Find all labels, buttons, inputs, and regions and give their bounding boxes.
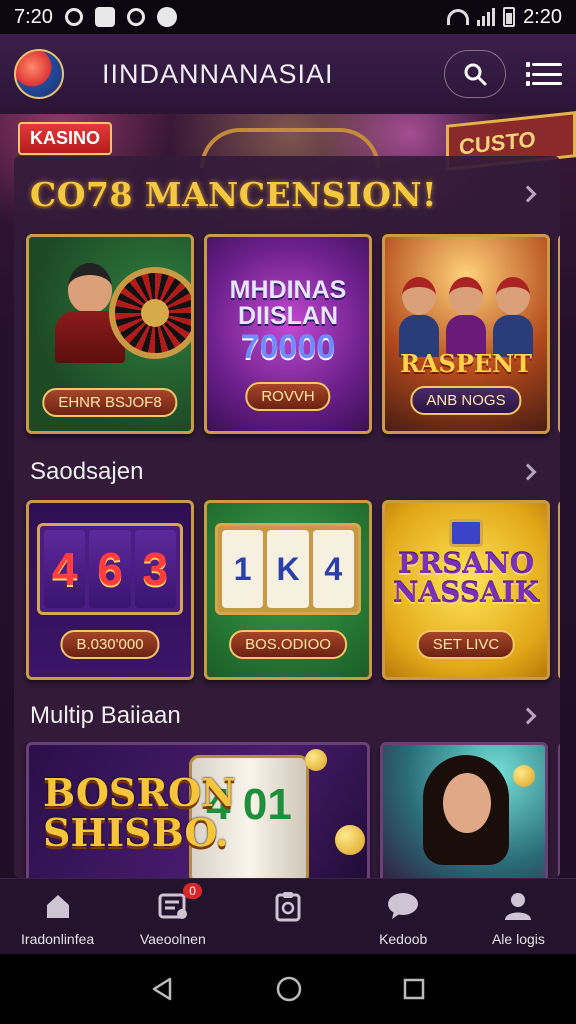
nav-item-home[interactable]: Iradonlinfea <box>0 879 115 954</box>
app-title: IINDANNANASIAI <box>102 58 334 89</box>
status-time-right: 2:20 <box>523 5 562 28</box>
nav-item-clipboard[interactable] <box>230 879 345 954</box>
chevron-right-icon[interactable] <box>519 707 537 725</box>
game-card-label: SET LIVC <box>416 630 516 659</box>
app-header: IINDANNANASIAI <box>0 34 576 114</box>
notification-icon <box>64 8 83 26</box>
gear-icon <box>156 7 177 27</box>
nav-item-account[interactable]: Ale logis <box>461 879 576 954</box>
slot-reels: 4 6 3 <box>37 523 183 615</box>
game-card[interactable]: 1 K 4 BOS.ODIOO <box>204 500 372 680</box>
featured-row: EHNR BSJOF8 MHDINAS DIISLAN 70000 ROVVH … <box>26 234 560 434</box>
section-title: Saodsajen <box>30 458 144 485</box>
clipboard-icon <box>271 889 305 923</box>
game-card-art-title: RASPENT <box>399 349 533 378</box>
game-card[interactable]: EHNR BSJOF8 <box>26 234 194 434</box>
game-card[interactable]: PRSANO NASSAIK SET LIVC <box>382 500 550 680</box>
battery-icon <box>503 7 516 27</box>
game-card[interactable]: 4 01 BOSRON SHISBO. <box>26 742 370 878</box>
nav-label: Ale logis <box>491 931 545 947</box>
game-card-label: EHNR BSJOF8 <box>42 388 178 417</box>
game-card[interactable]: MHDINAS DIISLAN 70000 ROVVH <box>204 234 372 434</box>
gem-icon <box>449 519 483 547</box>
system-nav-bar <box>0 954 576 1024</box>
players-figures <box>395 267 537 357</box>
slots-row: 4 6 3 B.030'000 1 K 4 BOS.ODIOO PRSANO N… <box>26 500 560 680</box>
back-icon[interactable] <box>150 976 176 1002</box>
section-title: CO78 MANCENSION! <box>30 174 437 214</box>
notification-badge: 0 <box>183 883 202 899</box>
nav-item-tickets[interactable]: 0 Vaeoolnen <box>115 879 230 954</box>
user-icon <box>501 889 535 923</box>
section-header-featured[interactable]: CO78 MANCENSION! <box>14 172 560 216</box>
slot-reels: 1 K 4 <box>215 523 361 615</box>
game-card-art-title: PRSANO NASSAIK <box>392 547 540 610</box>
nav-item-chat[interactable]: Kedoob <box>346 879 461 954</box>
game-card-label: BOS.ODIOO <box>229 630 347 659</box>
game-card-peek[interactable] <box>558 742 560 878</box>
nav-label: Iradonlinfea <box>21 931 95 947</box>
game-card-label: B.030'000 <box>60 630 160 659</box>
recents-icon[interactable] <box>402 977 426 1001</box>
menu-button[interactable] <box>526 62 562 86</box>
section-header-slots[interactable]: Saodsajen <box>14 452 560 492</box>
sync-icon <box>126 8 145 26</box>
game-panel: CO78 MANCENSION! EHNR BSJOF8 MHDINAS DII… <box>14 156 560 878</box>
search-icon <box>464 63 487 86</box>
coin-icon <box>335 825 365 855</box>
wifi-icon <box>447 9 470 25</box>
game-card[interactable]: RASPENT ANB NOGS <box>382 234 550 434</box>
status-time: 7:20 <box>14 5 53 28</box>
coin-icon <box>513 765 535 787</box>
nav-label: Kedoob <box>379 931 428 947</box>
search-button[interactable] <box>444 50 506 98</box>
chat-icon <box>386 889 420 923</box>
nav-label: Vaeoolnen <box>139 931 206 947</box>
roulette-wheel <box>109 267 191 359</box>
game-card[interactable]: 4 6 3 B.030'000 <box>26 500 194 680</box>
multiplayer-row: 4 01 BOSRON SHISBO. <box>26 742 560 878</box>
home-icon <box>41 889 75 923</box>
status-bar: 7:20 2:20 <box>0 0 576 34</box>
game-card-peek[interactable] <box>558 500 560 680</box>
section-header-multiplayer[interactable]: Multip Baiiaan <box>14 696 560 736</box>
game-card-label: ROVVH <box>245 382 331 411</box>
app-notification-icon <box>94 7 115 27</box>
game-card-art-title: BOSRON SHISBO. <box>43 770 236 855</box>
game-card-peek[interactable] <box>558 234 560 434</box>
coin-icon <box>305 749 327 771</box>
chevron-right-icon[interactable] <box>519 185 537 203</box>
game-card-art-number: 70000 <box>240 327 336 366</box>
kasino-badge: KASINO <box>18 122 113 155</box>
menu-icon <box>526 62 562 67</box>
game-card-art-title: MHDINAS DIISLAN 70000 <box>207 277 369 365</box>
app-logo[interactable] <box>14 49 64 99</box>
section-title: Multip Baiiaan <box>30 702 181 729</box>
home-circle-icon[interactable] <box>275 975 303 1003</box>
signal-icon <box>477 8 496 26</box>
game-card[interactable] <box>380 742 548 878</box>
game-card-label: ANB NOGS <box>410 386 522 415</box>
bottom-nav: Iradonlinfea 0 Vaeoolnen Kedoob Ale logi… <box>0 878 576 954</box>
chevron-right-icon[interactable] <box>519 463 537 481</box>
presenter-figure <box>423 755 513 878</box>
